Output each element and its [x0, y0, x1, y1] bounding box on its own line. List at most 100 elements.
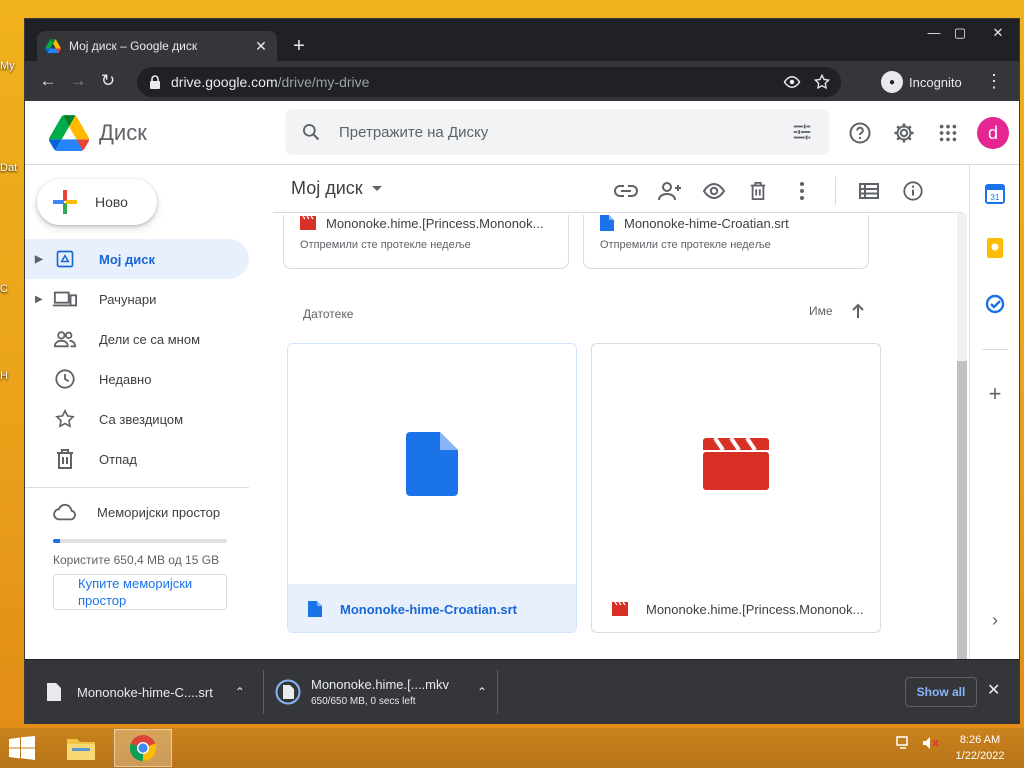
sidebar-item-label: Мој диск [99, 251, 155, 267]
sidebar-item-recent[interactable]: Недавно [25, 359, 249, 399]
url-path: /drive/my-drive [277, 74, 370, 90]
add-addon-plus-icon[interactable]: + [984, 381, 1006, 406]
download-item[interactable]: Mononoke.hime.[....mkv 650/650 MB, 0 sec… [275, 660, 487, 724]
reload-button[interactable]: ↻ [93, 66, 123, 96]
new-button[interactable]: Ново [37, 179, 157, 225]
quick-access-file-name: Mononoke.hime.[Princess.Mononok... [326, 215, 544, 231]
close-window-button[interactable]: ✕ [985, 25, 1011, 41]
new-button-label: Ново [95, 194, 128, 210]
minimize-button[interactable]: — [921, 25, 947, 40]
close-download-shelf-icon[interactable]: ✕ [987, 680, 1000, 700]
main-toolbar: Мој диск [273, 165, 963, 213]
sidebar-item-starred[interactable]: Са звездицом [25, 399, 249, 439]
sidebar-nav: ▶ Мој диск ▶ Рачунари Дели се са мном Не… [25, 239, 249, 479]
expand-caret-icon[interactable]: ▶ [35, 254, 43, 265]
quick-access-file-name: Mononoke-hime-Croatian.srt [624, 215, 789, 231]
list-view-icon[interactable] [856, 178, 882, 204]
download-file-name: Mononoke.hime.[....mkv [311, 677, 449, 692]
lock-icon [150, 75, 160, 89]
star-icon [53, 407, 77, 431]
desktop-icon-label[interactable]: Dat [0, 162, 17, 174]
quick-access-card[interactable]: Mononoke-hime-Croatian.srt Отпремили сте… [583, 215, 869, 269]
expand-panel-chevron-icon[interactable]: › [984, 609, 1006, 631]
share-person-add-icon[interactable] [657, 178, 683, 204]
apps-grid-icon[interactable] [933, 118, 963, 148]
sidebar-item-label: Дели се са мном [99, 331, 201, 347]
shared-icon [53, 327, 77, 351]
windows-start-icon[interactable] [8, 736, 36, 760]
storage-link[interactable]: Меморијски простор [53, 503, 233, 521]
sort-control[interactable]: Име [809, 303, 865, 319]
bookmark-star-icon[interactable] [813, 73, 831, 91]
storage-section: Меморијски простор Користите 650,4 MB од… [53, 503, 233, 610]
chrome-taskbar-icon[interactable] [114, 729, 172, 767]
file-card-footer: Mononoke.hime.[Princess.Mononok... [592, 584, 880, 632]
incognito-icon: ● [881, 71, 903, 93]
dropdown-arrow-icon [371, 185, 382, 191]
desktop-icon-label[interactable]: C [0, 283, 8, 295]
maximize-button[interactable]: ▢ [947, 25, 973, 41]
download-progress-text: 650/650 MB, 0 secs left [311, 696, 416, 707]
search-icon[interactable] [301, 122, 321, 142]
buy-storage-button[interactable]: Купите меморијски простор [53, 574, 227, 610]
search-placeholder: Претражите на Диску [339, 123, 489, 141]
settings-gear-icon[interactable] [889, 118, 919, 148]
close-tab-icon[interactable]: ✕ [253, 38, 269, 55]
calendar-icon[interactable]: 31 [984, 183, 1006, 205]
file-name: Mononoke-hime-Croatian.srt [340, 601, 517, 617]
search-options-icon[interactable] [791, 121, 813, 143]
back-button[interactable]: ← [33, 66, 63, 96]
sidebar-item-my-drive[interactable]: ▶ Мој диск [25, 239, 249, 279]
volume-muted-icon[interactable] [922, 736, 940, 750]
drive-search-box[interactable]: Претражите на Диску [285, 109, 829, 155]
file-explorer-taskbar-icon[interactable] [52, 729, 110, 767]
help-icon[interactable] [845, 118, 875, 148]
account-avatar[interactable]: d [977, 117, 1009, 149]
preview-eye-icon[interactable] [701, 178, 727, 204]
sidebar-item-shared[interactable]: Дели се са мном [25, 319, 249, 359]
more-actions-icon[interactable] [789, 178, 815, 204]
toolbar-divider [835, 177, 836, 205]
sidebar-item-trash[interactable]: Отпад [25, 439, 249, 479]
quick-access-card[interactable]: Mononoke.hime.[Princess.Mononok... Отпре… [283, 215, 569, 269]
breadcrumb[interactable]: Мој диск [291, 178, 383, 199]
file-card[interactable]: Mononoke-hime-Croatian.srt [287, 343, 577, 633]
download-item[interactable]: Mononoke-hime-C....srt ⌃ [47, 660, 245, 724]
clock-time: 8:26 AM [959, 734, 1001, 746]
sort-arrow-up-icon[interactable] [851, 303, 865, 319]
desktop-icon-label[interactable]: My [0, 60, 15, 72]
drive-main: Мој диск Mononoke.hime.[Princess.Mononok… [273, 165, 963, 659]
file-card[interactable]: Mononoke.hime.[Princess.Mononok... [591, 343, 881, 633]
drive-logo[interactable]: Диск [49, 115, 147, 151]
sidebar-item-computers[interactable]: ▶ Рачунари [25, 279, 249, 319]
drive-logo-icon [49, 115, 89, 151]
get-link-icon[interactable] [613, 178, 639, 204]
tasks-icon[interactable] [984, 293, 1006, 315]
taskbar-clock[interactable]: 8:26 AM 1/22/2022 [950, 732, 1010, 764]
sort-label: Име [809, 304, 833, 318]
download-divider [263, 670, 264, 714]
download-complete-file-icon [275, 679, 301, 705]
network-icon[interactable] [896, 736, 912, 750]
tab-title: Мој диск – Google диск [69, 39, 198, 53]
delete-trash-icon[interactable] [745, 178, 771, 204]
browser-tab[interactable]: Мој диск – Google диск ✕ [37, 31, 277, 61]
expand-caret-icon[interactable]: ▶ [35, 294, 43, 305]
eye-icon[interactable] [783, 73, 801, 91]
incognito-badge[interactable]: ● Incognito [881, 69, 962, 95]
forward-button[interactable]: → [63, 66, 93, 96]
desktop-icon-label[interactable]: H [0, 370, 8, 382]
drive-app-name: Диск [99, 120, 147, 145]
video-file-icon [612, 602, 628, 616]
computers-icon [53, 287, 77, 311]
show-all-downloads-button[interactable]: Show all [905, 677, 977, 707]
address-bar[interactable]: drive.google.com/drive/my-drive [137, 67, 841, 97]
trash-icon [53, 447, 77, 471]
download-options-chevron-icon[interactable]: ⌃ [235, 685, 245, 699]
browser-menu-button[interactable]: ⋮ [985, 71, 1003, 92]
new-tab-button[interactable]: + [287, 35, 311, 59]
info-icon[interactable] [900, 178, 926, 204]
download-options-chevron-icon[interactable]: ⌃ [477, 685, 487, 699]
keep-icon[interactable] [984, 237, 1006, 259]
vertical-scrollbar-thumb[interactable] [957, 361, 967, 659]
